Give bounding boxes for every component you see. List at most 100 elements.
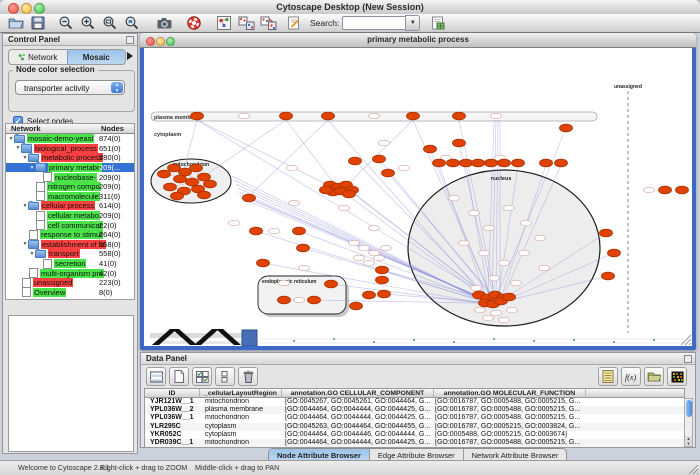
gene-node[interactable] <box>602 272 615 280</box>
search-input[interactable] <box>342 16 405 30</box>
gene-node[interactable] <box>512 159 525 167</box>
tree-row[interactable]: ▼biological_process651(0) <box>6 144 134 154</box>
label-node[interactable] <box>539 265 550 271</box>
gene-node[interactable] <box>453 112 466 120</box>
label-node[interactable] <box>369 113 380 119</box>
label-node[interactable] <box>475 307 486 313</box>
label-node[interactable] <box>535 235 546 241</box>
select-all-attributes-icon[interactable] <box>146 367 166 386</box>
gene-node[interactable] <box>382 169 395 177</box>
gene-node[interactable] <box>540 159 553 167</box>
label-node[interactable] <box>381 245 392 251</box>
tree-row[interactable]: ▼metabolic process280(0) <box>6 153 134 163</box>
table-column-header[interactable]: annotation.GO CELLULAR_COMPONENT <box>282 389 434 398</box>
window-titlebar[interactable]: Cytoscape Desktop (New Session) <box>0 0 700 15</box>
zoom-fit-icon[interactable] <box>100 15 120 32</box>
label-node[interactable] <box>354 255 365 261</box>
label-node[interactable] <box>359 245 370 251</box>
label-node[interactable] <box>229 220 240 226</box>
zoom-view-button[interactable] <box>166 37 175 46</box>
table-row[interactable]: YDR039C__1mitochondrion[GO:0044464, GO:0… <box>145 439 684 447</box>
gene-node[interactable] <box>676 186 689 194</box>
vizmapper-icon[interactable] <box>214 15 234 32</box>
gene-node[interactable] <box>186 178 199 186</box>
tree-header[interactable]: Network Nodes <box>5 123 135 134</box>
search-dropdown-arrow[interactable]: ▼ <box>405 15 420 31</box>
label-node[interactable] <box>239 113 250 119</box>
gene-node[interactable] <box>257 259 270 267</box>
table-row[interactable]: YJR121W__1mitochondrion[GO:0045267, GO:0… <box>145 398 684 406</box>
plugin-manager-icon[interactable] <box>428 15 448 32</box>
tree-row[interactable]: ▼establishment of lo558(0) <box>6 240 134 250</box>
birds-eye-view[interactable] <box>8 315 134 452</box>
annotation-icon[interactable] <box>284 15 304 32</box>
gene-node[interactable] <box>560 124 573 132</box>
save-icon[interactable] <box>28 15 48 32</box>
merge-networks-icon[interactable] <box>236 15 256 32</box>
zoom-out-icon[interactable] <box>56 15 76 32</box>
gene-node[interactable] <box>280 112 293 120</box>
label-node[interactable] <box>489 275 500 281</box>
gene-node[interactable] <box>447 159 460 167</box>
gene-node[interactable] <box>378 290 391 298</box>
label-node[interactable] <box>294 297 305 303</box>
canvas-resize-grip-icon[interactable] <box>681 335 691 345</box>
modify-networks-icon[interactable] <box>258 15 278 32</box>
table-row[interactable]: YKR052Ccytoplasm[GO:0044464, GO:0044446,… <box>145 431 684 439</box>
zoom-selected-icon[interactable] <box>122 15 142 32</box>
label-node[interactable] <box>289 200 300 206</box>
table-row[interactable]: YPL036W__2plasma membrane[GO:0044464, GO… <box>145 406 684 414</box>
tree-row[interactable]: macromolecule311(0) <box>6 192 134 202</box>
float-panel-icon[interactable] <box>126 36 134 44</box>
table-column-header[interactable]: ID <box>145 389 200 398</box>
label-node[interactable] <box>483 315 494 321</box>
formula-builder-icon[interactable]: f(x) <box>621 367 641 386</box>
gene-node[interactable] <box>158 170 171 178</box>
gene-node[interactable] <box>433 159 446 167</box>
label-node[interactable] <box>504 205 515 211</box>
gene-node[interactable] <box>485 159 498 167</box>
gene-node[interactable] <box>350 302 363 310</box>
gene-node[interactable] <box>243 194 256 202</box>
gene-node[interactable] <box>320 186 333 194</box>
tab-network[interactable]: Network <box>9 50 67 64</box>
gene-node[interactable] <box>198 191 211 199</box>
label-node[interactable] <box>491 310 502 316</box>
tree-row[interactable]: multi-organism pro42(0) <box>6 268 134 278</box>
tree-row[interactable]: nucleobase-209(0) <box>6 172 134 182</box>
gene-node[interactable] <box>343 190 356 198</box>
gene-node[interactable] <box>460 159 473 167</box>
gene-node[interactable] <box>308 296 321 304</box>
label-node[interactable] <box>507 307 518 313</box>
gene-node[interactable] <box>164 183 177 191</box>
gene-node[interactable] <box>453 139 466 147</box>
gene-node[interactable] <box>407 112 420 120</box>
help-icon[interactable] <box>184 15 204 32</box>
snapshot-icon[interactable] <box>154 15 174 32</box>
label-node[interactable] <box>364 260 375 266</box>
gene-node[interactable] <box>373 155 386 163</box>
gene-node[interactable] <box>297 244 310 252</box>
label-node[interactable] <box>349 240 360 246</box>
gene-node[interactable] <box>191 112 204 120</box>
tree-row[interactable]: nitrogen compo209(0) <box>6 182 134 192</box>
label-node[interactable] <box>484 225 495 231</box>
tree-row[interactable]: unassigned223(0) <box>6 278 134 288</box>
table-row[interactable]: YPL036W__1mitochondrion[GO:0044464, GO:0… <box>145 414 684 422</box>
minimize-window-button[interactable] <box>21 3 32 14</box>
scrollbar-arrows-icon[interactable]: ▲▼ <box>685 436 692 446</box>
label-node[interactable] <box>644 187 655 193</box>
label-node[interactable] <box>499 260 510 266</box>
network-canvas[interactable]: plasma membrane cytoplasm mitochondrion … <box>144 48 692 346</box>
label-node[interactable] <box>339 205 350 211</box>
attribute-table-header[interactable]: ID_cellularLayoutRegionannotation.GO CEL… <box>144 388 685 398</box>
gene-node[interactable] <box>472 159 485 167</box>
tree-row[interactable]: ▼transport558(0) <box>6 249 134 259</box>
label-node[interactable] <box>511 280 522 286</box>
table-row[interactable]: YLR295Ccytoplasm[GO:0045263, GO:0044464,… <box>145 423 684 431</box>
gene-node[interactable] <box>376 266 389 274</box>
label-node[interactable] <box>374 255 385 261</box>
create-attribute-icon[interactable] <box>169 367 189 386</box>
gene-node[interactable] <box>349 157 362 165</box>
select-attributes-icon[interactable] <box>192 367 212 386</box>
